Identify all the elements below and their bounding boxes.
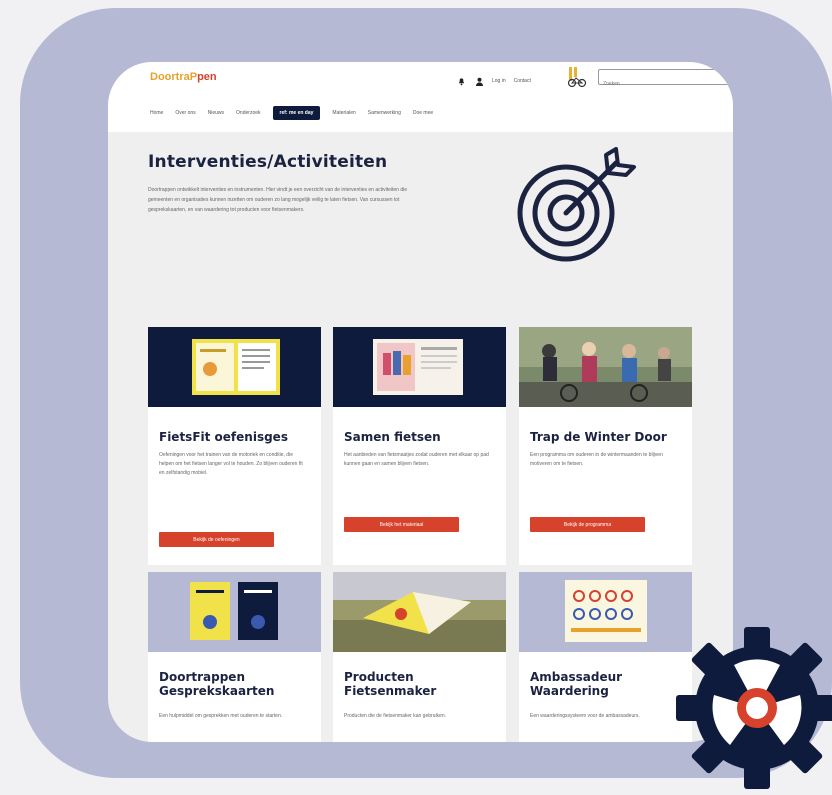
logo-text-part1: DoortraP <box>150 71 198 83</box>
header-utility: Log in Contact <box>456 76 531 86</box>
card-button[interactable]: Bekijk het materiaal <box>344 517 459 532</box>
card-producten-fietsenmaker[interactable]: Producten Fietsenmaker Producten die de … <box>333 572 506 742</box>
card-fietsfit[interactable]: FietsFit oefenisges Oefeningen voor het … <box>148 327 321 565</box>
card-title: Doortrappen Gesprekskaarten <box>159 670 275 698</box>
page-title: Interventies/Activiteiten <box>148 152 388 172</box>
website-screenshot: DoortraPpen Log in Contact Home Over ons <box>108 62 733 742</box>
card-button[interactable]: Bekijk de oefeningen <box>159 532 274 547</box>
nav-item-doe-mee[interactable]: Doe mee <box>413 110 433 116</box>
card-description: Het aanbieden van fietsmaatjes zodat oud… <box>344 452 489 467</box>
card-trap-de-winter-door[interactable]: Trap de Winter Door Een programma om oud… <box>519 327 692 565</box>
nav-item-onderzoek[interactable]: Onderzoek <box>236 110 260 116</box>
login-link[interactable]: Log in <box>492 78 506 84</box>
card-title: FietsFit oefenisges <box>159 430 288 444</box>
bell-icon[interactable] <box>456 76 466 86</box>
logo-text-part2: pen <box>197 71 217 83</box>
card-description: Een hulpmiddel om gesprekken met ouderen… <box>159 713 283 719</box>
page-intro: Doortrappen ontwikkelt interventies en i… <box>148 187 408 213</box>
card-image-cyclists-photo <box>519 327 692 407</box>
nav-item-over-ons[interactable]: Over ons <box>175 110 195 116</box>
card-description: Een waarderingssysteem voor de ambassade… <box>530 713 640 719</box>
card-ambassadeur-waardering[interactable]: Ambassadeur Waardering Een waarderingssy… <box>519 572 692 742</box>
card-title: Ambassadeur Waardering <box>530 670 623 698</box>
card-samen-fietsen[interactable]: Samen fietsen Het aanbieden van fietsmaa… <box>333 327 506 565</box>
nav-item-active[interactable]: ref: me en day <box>272 106 321 120</box>
search-box[interactable] <box>598 69 733 91</box>
site-header: DoortraPpen Log in Contact Home Over ons <box>108 62 733 132</box>
card-image-booklet <box>333 327 506 407</box>
card-title: Trap de Winter Door <box>530 430 667 444</box>
nav-item-materialen[interactable]: Materialen <box>332 110 355 116</box>
gear-icon <box>676 627 832 789</box>
card-image-booklet <box>148 327 321 407</box>
contact-link[interactable]: Contact <box>514 78 531 84</box>
card-image-cards <box>148 572 321 652</box>
card-image-booklet-photo <box>333 572 506 652</box>
card-description: Oefeningen voor het trainen van de motor… <box>159 452 303 476</box>
card-title: Samen fietsen <box>344 430 441 444</box>
user-icon[interactable] <box>474 76 484 86</box>
card-title: Producten Fietsenmaker <box>344 670 437 698</box>
nav-item-home[interactable]: Home <box>150 110 163 116</box>
nav-item-nieuws[interactable]: Nieuws <box>208 110 224 116</box>
card-button[interactable]: Bekijk de programma <box>530 517 645 532</box>
search-input[interactable] <box>599 77 733 91</box>
main-nav: Home Over ons Nieuws Onderzoek ref: me e… <box>150 106 433 120</box>
nav-item-samenwerking[interactable]: Samenwerking <box>368 110 401 116</box>
card-image-poster <box>519 572 692 652</box>
site-logo[interactable]: DoortraPpen <box>150 71 217 83</box>
target-icon <box>517 147 636 262</box>
card-description: Een programma om ouderen in de wintermaa… <box>530 452 663 467</box>
card-gesprekskaarten[interactable]: Doortrappen Gesprekskaarten Een hulpmidd… <box>148 572 321 742</box>
card-description: Producten die de fietsenmaker kan gebrui… <box>344 713 447 719</box>
bike-brand-icon <box>567 67 587 88</box>
